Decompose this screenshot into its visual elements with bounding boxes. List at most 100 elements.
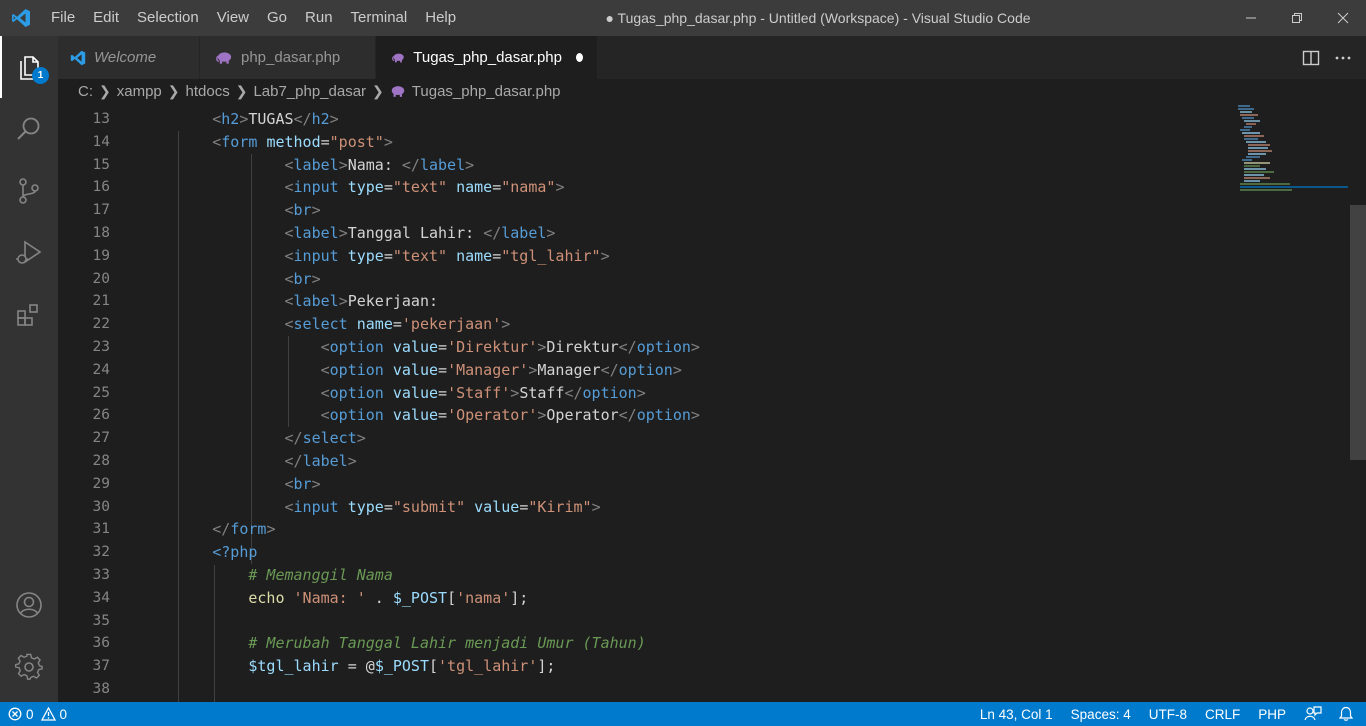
chevron-right-icon: ❯ [99, 83, 111, 99]
minimap-preview [1238, 105, 1348, 191]
code-editor[interactable]: 13 14 15 16 17 18 19 20 21 22 23 24 25 26 27 28 29 30 31 32… [58, 104, 1366, 702]
code-line[interactable]: <option value='Staff'>Staff</option> [140, 382, 1226, 405]
code-line[interactable]: # Merubah Tanggal Lahir menjadi Umur (Ta… [140, 632, 1226, 655]
code-line[interactable]: </select> [140, 427, 1226, 450]
chevron-right-icon: ❯ [235, 83, 248, 99]
menu-help[interactable]: Help [416, 0, 465, 36]
breadcrumb-htdocs[interactable]: htdocs [186, 83, 230, 100]
code-line[interactable]: <form method="post"> [140, 131, 1226, 154]
menu-file[interactable]: File [42, 0, 84, 36]
code-line[interactable]: <input type="text" name="tgl_lahir"> [140, 245, 1226, 268]
code-line[interactable]: <br> [140, 199, 1226, 222]
account-button[interactable] [0, 574, 58, 636]
breadcrumb-drive[interactable]: C: [78, 83, 93, 100]
code-line[interactable]: </label> [140, 450, 1226, 473]
encoding-status[interactable]: UTF-8 [1141, 702, 1197, 726]
more-actions-icon[interactable] [1334, 49, 1352, 67]
menu-terminal[interactable]: Terminal [342, 0, 417, 36]
restore-icon [1292, 13, 1302, 23]
extensions-icon [17, 304, 38, 326]
code-line[interactable]: <option value='Operator'>Operator</optio… [140, 404, 1226, 427]
line-number: 16 [92, 179, 110, 196]
indentation-status[interactable]: Spaces: 4 [1063, 702, 1141, 726]
minimap[interactable] [1230, 104, 1350, 702]
code-lines[interactable]: <h2>TUGAS</h2> <form method="post"> <lab… [140, 108, 1226, 701]
eol-status[interactable]: CRLF [1197, 702, 1250, 726]
feedback-icon [1304, 706, 1322, 721]
line-number: 30 [92, 498, 110, 515]
menu-go[interactable]: Go [258, 0, 296, 36]
line-number: 18 [92, 224, 110, 241]
code-line[interactable]: </form> [140, 518, 1226, 541]
line-number: 28 [92, 452, 110, 469]
menu-run[interactable]: Run [296, 0, 342, 36]
editor-tab-bar: Welcome php_dasar.php Tugas_php_dasar.ph… [58, 36, 1366, 79]
minimize-button[interactable] [1228, 0, 1274, 36]
code-line[interactable]: <?php [140, 541, 1226, 564]
code-line[interactable]: <br> [140, 268, 1226, 291]
vscode-icon [70, 50, 86, 65]
code-line[interactable]: <label>Nama: </label> [140, 154, 1226, 177]
line-number: 19 [92, 247, 110, 264]
menu-view[interactable]: View [208, 0, 258, 36]
breadcrumb-xampp[interactable]: xampp [117, 83, 162, 100]
language-mode[interactable]: PHP [1250, 702, 1296, 726]
run-debug-button[interactable] [0, 222, 58, 284]
code-line[interactable]: $tgl_lahir = @$_POST['tgl_lahir']; [140, 655, 1226, 678]
tab-php-dasar[interactable]: php_dasar.php [200, 36, 376, 79]
code-line[interactable]: <h2>TUGAS</h2> [140, 108, 1226, 131]
run-debug-icon [16, 240, 42, 264]
unsaved-dot-icon[interactable] [575, 53, 583, 62]
source-control-button[interactable] [0, 160, 58, 222]
line-number: 24 [92, 361, 110, 378]
code-line[interactable]: <br> [140, 473, 1226, 496]
line-number: 15 [92, 156, 110, 173]
tab-tugas-php-dasar[interactable]: Tugas_php_dasar.php [376, 36, 598, 79]
search-icon [17, 117, 40, 140]
breadcrumb-file[interactable]: Tugas_php_dasar.php [412, 83, 561, 100]
notifications-button[interactable] [1330, 702, 1362, 726]
line-number: 37 [92, 658, 110, 675]
explorer-button[interactable]: 1 [0, 36, 58, 98]
cursor-position[interactable]: Ln 43, Col 1 [972, 702, 1063, 726]
code-line[interactable]: echo 'Nama: ' . $_POST['nama']; [140, 587, 1226, 610]
menu-selection[interactable]: Selection [128, 0, 208, 36]
code-line[interactable] [140, 610, 1226, 633]
chevron-right-icon: ❯ [372, 83, 384, 99]
restore-button[interactable] [1274, 0, 1320, 36]
status-bar-right: Ln 43, Col 1 Spaces: 4 UTF-8 CRLF PHP [972, 702, 1362, 726]
tab-php-dasar-label: php_dasar.php [241, 49, 341, 66]
menu-edit[interactable]: Edit [84, 0, 128, 36]
php-elephant-icon [216, 51, 232, 64]
scrollbar-thumb[interactable] [1350, 205, 1366, 460]
bell-icon [1338, 706, 1354, 721]
editor-actions [1302, 36, 1352, 79]
tab-welcome[interactable]: Welcome [58, 36, 200, 79]
code-line[interactable]: <option value='Direktur'>Direktur</optio… [140, 336, 1226, 359]
feedback-button[interactable] [1296, 702, 1330, 726]
title-bar: File Edit Selection View Go Run Terminal… [0, 0, 1366, 36]
code-line[interactable]: <input type="text" name="nama"> [140, 176, 1226, 199]
minimize-icon [1246, 17, 1256, 19]
settings-button[interactable] [0, 636, 58, 698]
problems-indicator[interactable]: 0 0 [0, 702, 75, 726]
error-count: 0 [26, 706, 34, 722]
tab-welcome-label: Welcome [94, 49, 157, 66]
code-line[interactable]: <label>Pekerjaan: [140, 290, 1226, 313]
line-number: 13 [92, 111, 110, 127]
activity-bar: 1 [0, 36, 58, 702]
explorer-badge: 1 [32, 67, 49, 84]
line-number: 22 [92, 316, 110, 333]
code-line[interactable]: <option value='Manager'>Manager</option> [140, 359, 1226, 382]
code-line[interactable]: <select name='pekerjaan'> [140, 313, 1226, 336]
code-line[interactable]: <label>Tanggal Lahir: </label> [140, 222, 1226, 245]
window-controls [1228, 0, 1366, 36]
close-button[interactable] [1320, 0, 1366, 36]
code-line[interactable]: # Memanggil Nama [140, 564, 1226, 587]
extensions-button[interactable] [0, 284, 58, 346]
search-button[interactable] [0, 98, 58, 160]
code-line[interactable]: <input type="submit" value="Kirim"> [140, 496, 1226, 519]
breadcrumb-folder[interactable]: Lab7_php_dasar [253, 83, 366, 100]
code-line[interactable] [140, 678, 1226, 701]
split-editor-icon[interactable] [1302, 49, 1320, 67]
